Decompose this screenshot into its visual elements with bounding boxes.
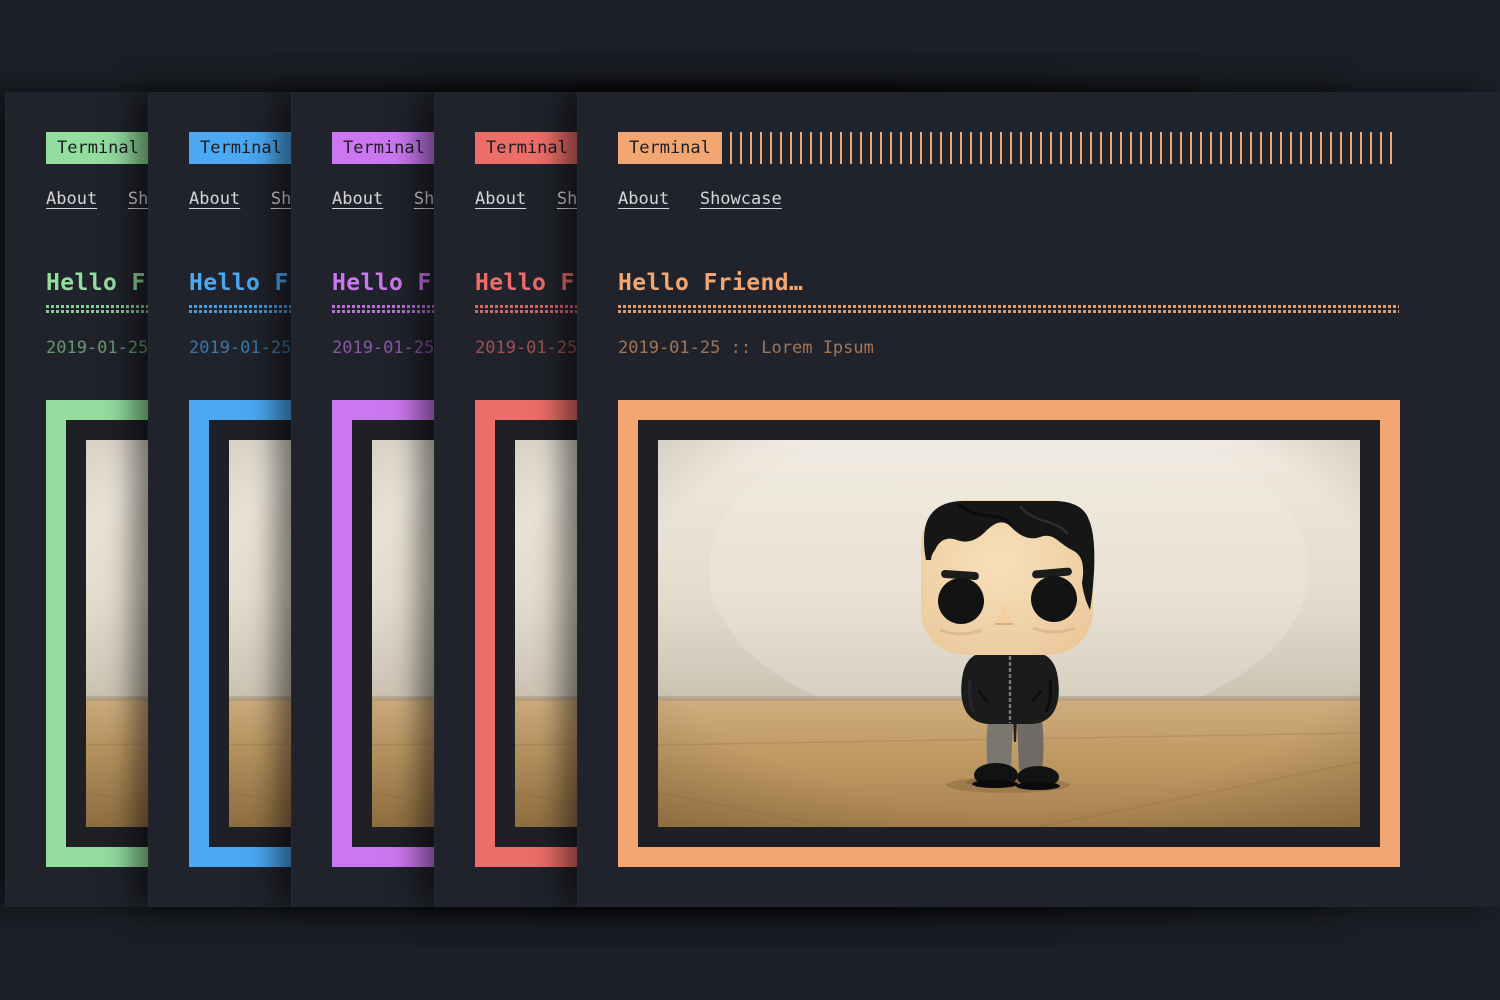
site-logo-badge[interactable]: Terminal: [618, 132, 722, 164]
site-logo-badge[interactable]: Terminal: [475, 132, 579, 164]
nav-about-link[interactable]: About: [189, 189, 240, 209]
post-title: Hello Friend…: [618, 269, 1399, 297]
main-nav: About Showcase: [618, 189, 1399, 209]
site-logo-badge[interactable]: Terminal: [189, 132, 293, 164]
nav-about-link[interactable]: About: [475, 189, 526, 209]
desktop-background: Terminal About Showcase Hello Friend… 20…: [0, 0, 1500, 1000]
post-meta: 2019-01-25 :: Lorem Ipsum: [618, 339, 1399, 357]
site-logo-badge[interactable]: Terminal: [332, 132, 436, 164]
post-panel-orange: Terminal About Showcase Hello Friend… 20…: [577, 92, 1500, 907]
nav-showcase-link[interactable]: Showcase: [700, 189, 782, 209]
nav-about-link[interactable]: About: [46, 189, 97, 209]
header-bars-decoration: [730, 132, 1399, 164]
nav-about-link[interactable]: About: [332, 189, 383, 209]
site-header: Terminal: [618, 132, 1399, 164]
site-logo-badge[interactable]: Terminal: [46, 132, 150, 164]
title-dotted-divider: [618, 305, 1399, 313]
nav-about-link[interactable]: About: [618, 189, 669, 209]
post-image-frame: [618, 400, 1400, 867]
funko-figure-photo: [658, 440, 1360, 827]
